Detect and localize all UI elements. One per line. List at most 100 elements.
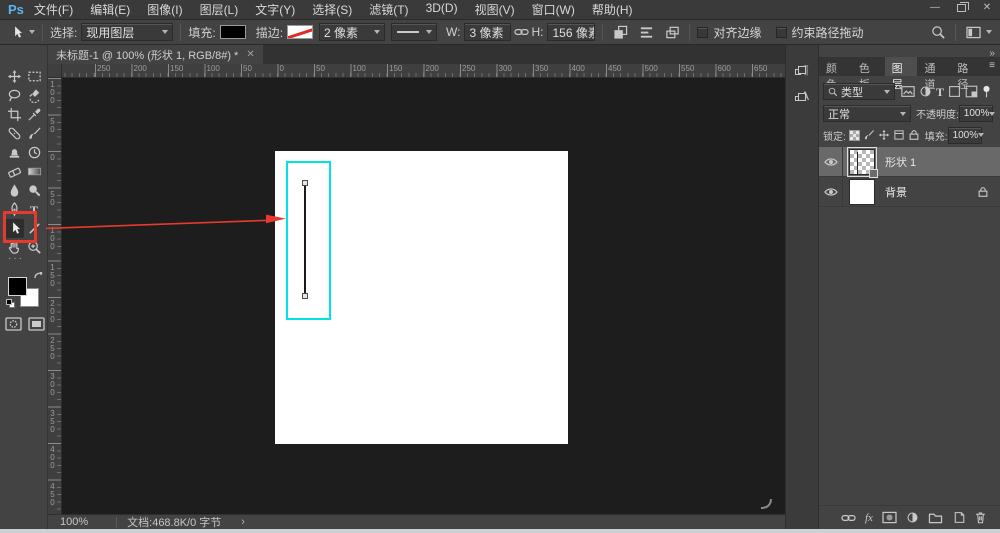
layer-style-icon[interactable]: fx xyxy=(865,512,873,524)
menu-item[interactable]: 编辑(E) xyxy=(90,1,130,18)
group-icon[interactable] xyxy=(928,511,943,524)
document-tab[interactable]: 未标题-1 @ 100% (形状 1, RGB/8#) * ✕ xyxy=(48,45,263,64)
minimize-button[interactable]: — xyxy=(922,0,948,16)
tool-eraser[interactable] xyxy=(4,162,24,181)
constrain-path-checkbox[interactable]: 约束路径拖动 xyxy=(776,24,864,41)
lock-all-icon[interactable] xyxy=(908,129,920,141)
tool-rectangular-marquee[interactable] xyxy=(24,67,44,86)
tool-clone-stamp[interactable] xyxy=(4,143,24,162)
stroke-color-swatch[interactable] xyxy=(287,25,313,39)
ruler-origin-corner[interactable] xyxy=(48,64,62,78)
tab-paths[interactable]: 路径 xyxy=(950,57,983,76)
menu-item[interactable]: 3D(D) xyxy=(426,1,458,18)
tool-preset-icon[interactable] xyxy=(6,22,26,42)
fill-color-swatch[interactable] xyxy=(220,25,246,39)
blend-mode-dropdown[interactable]: 正常 xyxy=(823,105,911,122)
tab-layers[interactable]: 图层 xyxy=(885,57,918,76)
resize-corner-icon[interactable] xyxy=(760,498,772,513)
status-options-icon[interactable]: › xyxy=(241,516,245,528)
align-edges-checkbox[interactable]: 对齐边缘 xyxy=(697,24,761,41)
delete-layer-icon[interactable] xyxy=(974,511,987,524)
tool-crop[interactable] xyxy=(4,105,24,124)
menu-item[interactable]: 视图(V) xyxy=(475,1,515,18)
filter-type-layers-icon[interactable]: T xyxy=(936,86,944,98)
workspace-chevron-icon[interactable] xyxy=(986,30,992,34)
character-panel-icon[interactable]: A xyxy=(790,85,814,107)
visibility-toggle[interactable] xyxy=(819,147,843,176)
restore-button[interactable] xyxy=(948,0,974,16)
layer-fill-field[interactable]: 100% xyxy=(948,127,982,144)
filter-shape-layers-icon[interactable] xyxy=(948,85,961,98)
close-button[interactable]: ✕ xyxy=(974,0,1000,16)
opacity-field[interactable]: 100% xyxy=(959,105,993,122)
tool-dodge[interactable] xyxy=(24,181,44,200)
filter-adjustment-layers-icon[interactable] xyxy=(919,85,932,98)
filter-toggle-pin-icon[interactable] xyxy=(982,85,991,99)
close-document-icon[interactable]: ✕ xyxy=(246,49,254,60)
fill-label: 填充: xyxy=(188,24,215,41)
lock-pixels-icon[interactable] xyxy=(863,129,875,141)
vertical-ruler[interactable]: 10050050100150200250300350400450 xyxy=(48,78,62,514)
lock-position-icon[interactable] xyxy=(878,129,890,141)
layer-mask-icon[interactable] xyxy=(882,511,897,524)
lock-transparency-icon[interactable] xyxy=(849,130,860,141)
tool-lasso[interactable] xyxy=(4,86,24,105)
layer-name[interactable]: 背景 xyxy=(885,184,907,200)
tab-color[interactable]: 颜色 xyxy=(819,57,852,76)
tool-preset-chevron-icon[interactable] xyxy=(29,30,35,34)
tool-spot-healing-brush[interactable] xyxy=(4,124,24,143)
shape-width-field[interactable]: 3 像素 xyxy=(464,23,511,41)
filter-type-dropdown[interactable]: 类型 xyxy=(823,83,895,100)
tool-blur[interactable] xyxy=(4,181,24,200)
horizontal-ruler[interactable]: 2502001501005005010015020025030035040045… xyxy=(62,64,785,78)
menu-item[interactable]: 滤镜(T) xyxy=(369,1,408,18)
layer-row-shape-1[interactable]: 形状 1 xyxy=(819,147,1000,177)
stroke-type-dropdown[interactable] xyxy=(391,23,437,41)
ruler-label: 100 xyxy=(48,78,57,115)
tool-quick-selection[interactable] xyxy=(24,86,44,105)
menu-item[interactable]: 文字(Y) xyxy=(255,1,295,18)
menu-item[interactable]: 选择(S) xyxy=(312,1,352,18)
tab-swatches[interactable]: 色板 xyxy=(852,57,885,76)
tool-brush[interactable] xyxy=(24,124,44,143)
switch-colors-icon[interactable] xyxy=(34,271,44,285)
screen-mode-icon[interactable] xyxy=(28,317,45,334)
menu-item[interactable]: 帮助(H) xyxy=(592,1,633,18)
path-arrange-icon[interactable] xyxy=(662,22,682,42)
new-layer-icon[interactable] xyxy=(952,511,965,524)
link-layers-icon[interactable] xyxy=(841,513,856,523)
path-align-icon[interactable] xyxy=(636,22,656,42)
tool-eyedropper[interactable] xyxy=(24,105,44,124)
zoom-level[interactable]: 100% xyxy=(60,516,88,528)
link-dimensions-icon[interactable] xyxy=(511,22,531,42)
default-colors-icon[interactable] xyxy=(6,299,15,308)
layer-row-background[interactable]: 背景 xyxy=(819,177,1000,207)
menu-item[interactable]: 图层(L) xyxy=(200,1,239,18)
stroke-width-dropdown[interactable]: 2 像素 xyxy=(319,23,385,41)
lock-artboard-icon[interactable] xyxy=(893,129,905,141)
menu-item[interactable]: 窗口(W) xyxy=(532,1,575,18)
tab-channels[interactable]: 通道 xyxy=(917,57,950,76)
layer-thumbnail[interactable] xyxy=(849,149,875,175)
layer-thumbnail[interactable] xyxy=(849,179,875,205)
menu-item[interactable]: 图像(I) xyxy=(147,1,182,18)
edit-toolbar-icon[interactable]: ··· xyxy=(8,253,24,264)
paragraph-panel-icon[interactable]: ¶ xyxy=(790,59,814,81)
search-icon[interactable] xyxy=(928,22,948,42)
shape-height-field[interactable]: 156 像素 xyxy=(547,23,595,41)
visibility-toggle[interactable] xyxy=(819,177,843,206)
menu-item[interactable]: 文件(F) xyxy=(34,1,73,18)
panel-menu-icon[interactable]: ≡ xyxy=(983,57,1000,76)
quick-mask-icon[interactable] xyxy=(5,317,22,334)
workspace-switcher-icon[interactable] xyxy=(963,22,983,42)
tool-move[interactable] xyxy=(4,67,24,86)
layer-name[interactable]: 形状 1 xyxy=(885,154,916,170)
adjustment-layer-icon[interactable] xyxy=(906,511,919,524)
tool-gradient[interactable] xyxy=(24,162,44,181)
select-mode-dropdown[interactable]: 现用图层 xyxy=(81,23,173,41)
path-operations-icon[interactable] xyxy=(610,22,630,42)
filter-pixel-layers-icon[interactable] xyxy=(901,85,915,98)
filter-smart-objects-icon[interactable] xyxy=(965,85,978,98)
foreground-color-swatch[interactable] xyxy=(8,277,27,296)
tool-history-brush[interactable] xyxy=(24,143,44,162)
